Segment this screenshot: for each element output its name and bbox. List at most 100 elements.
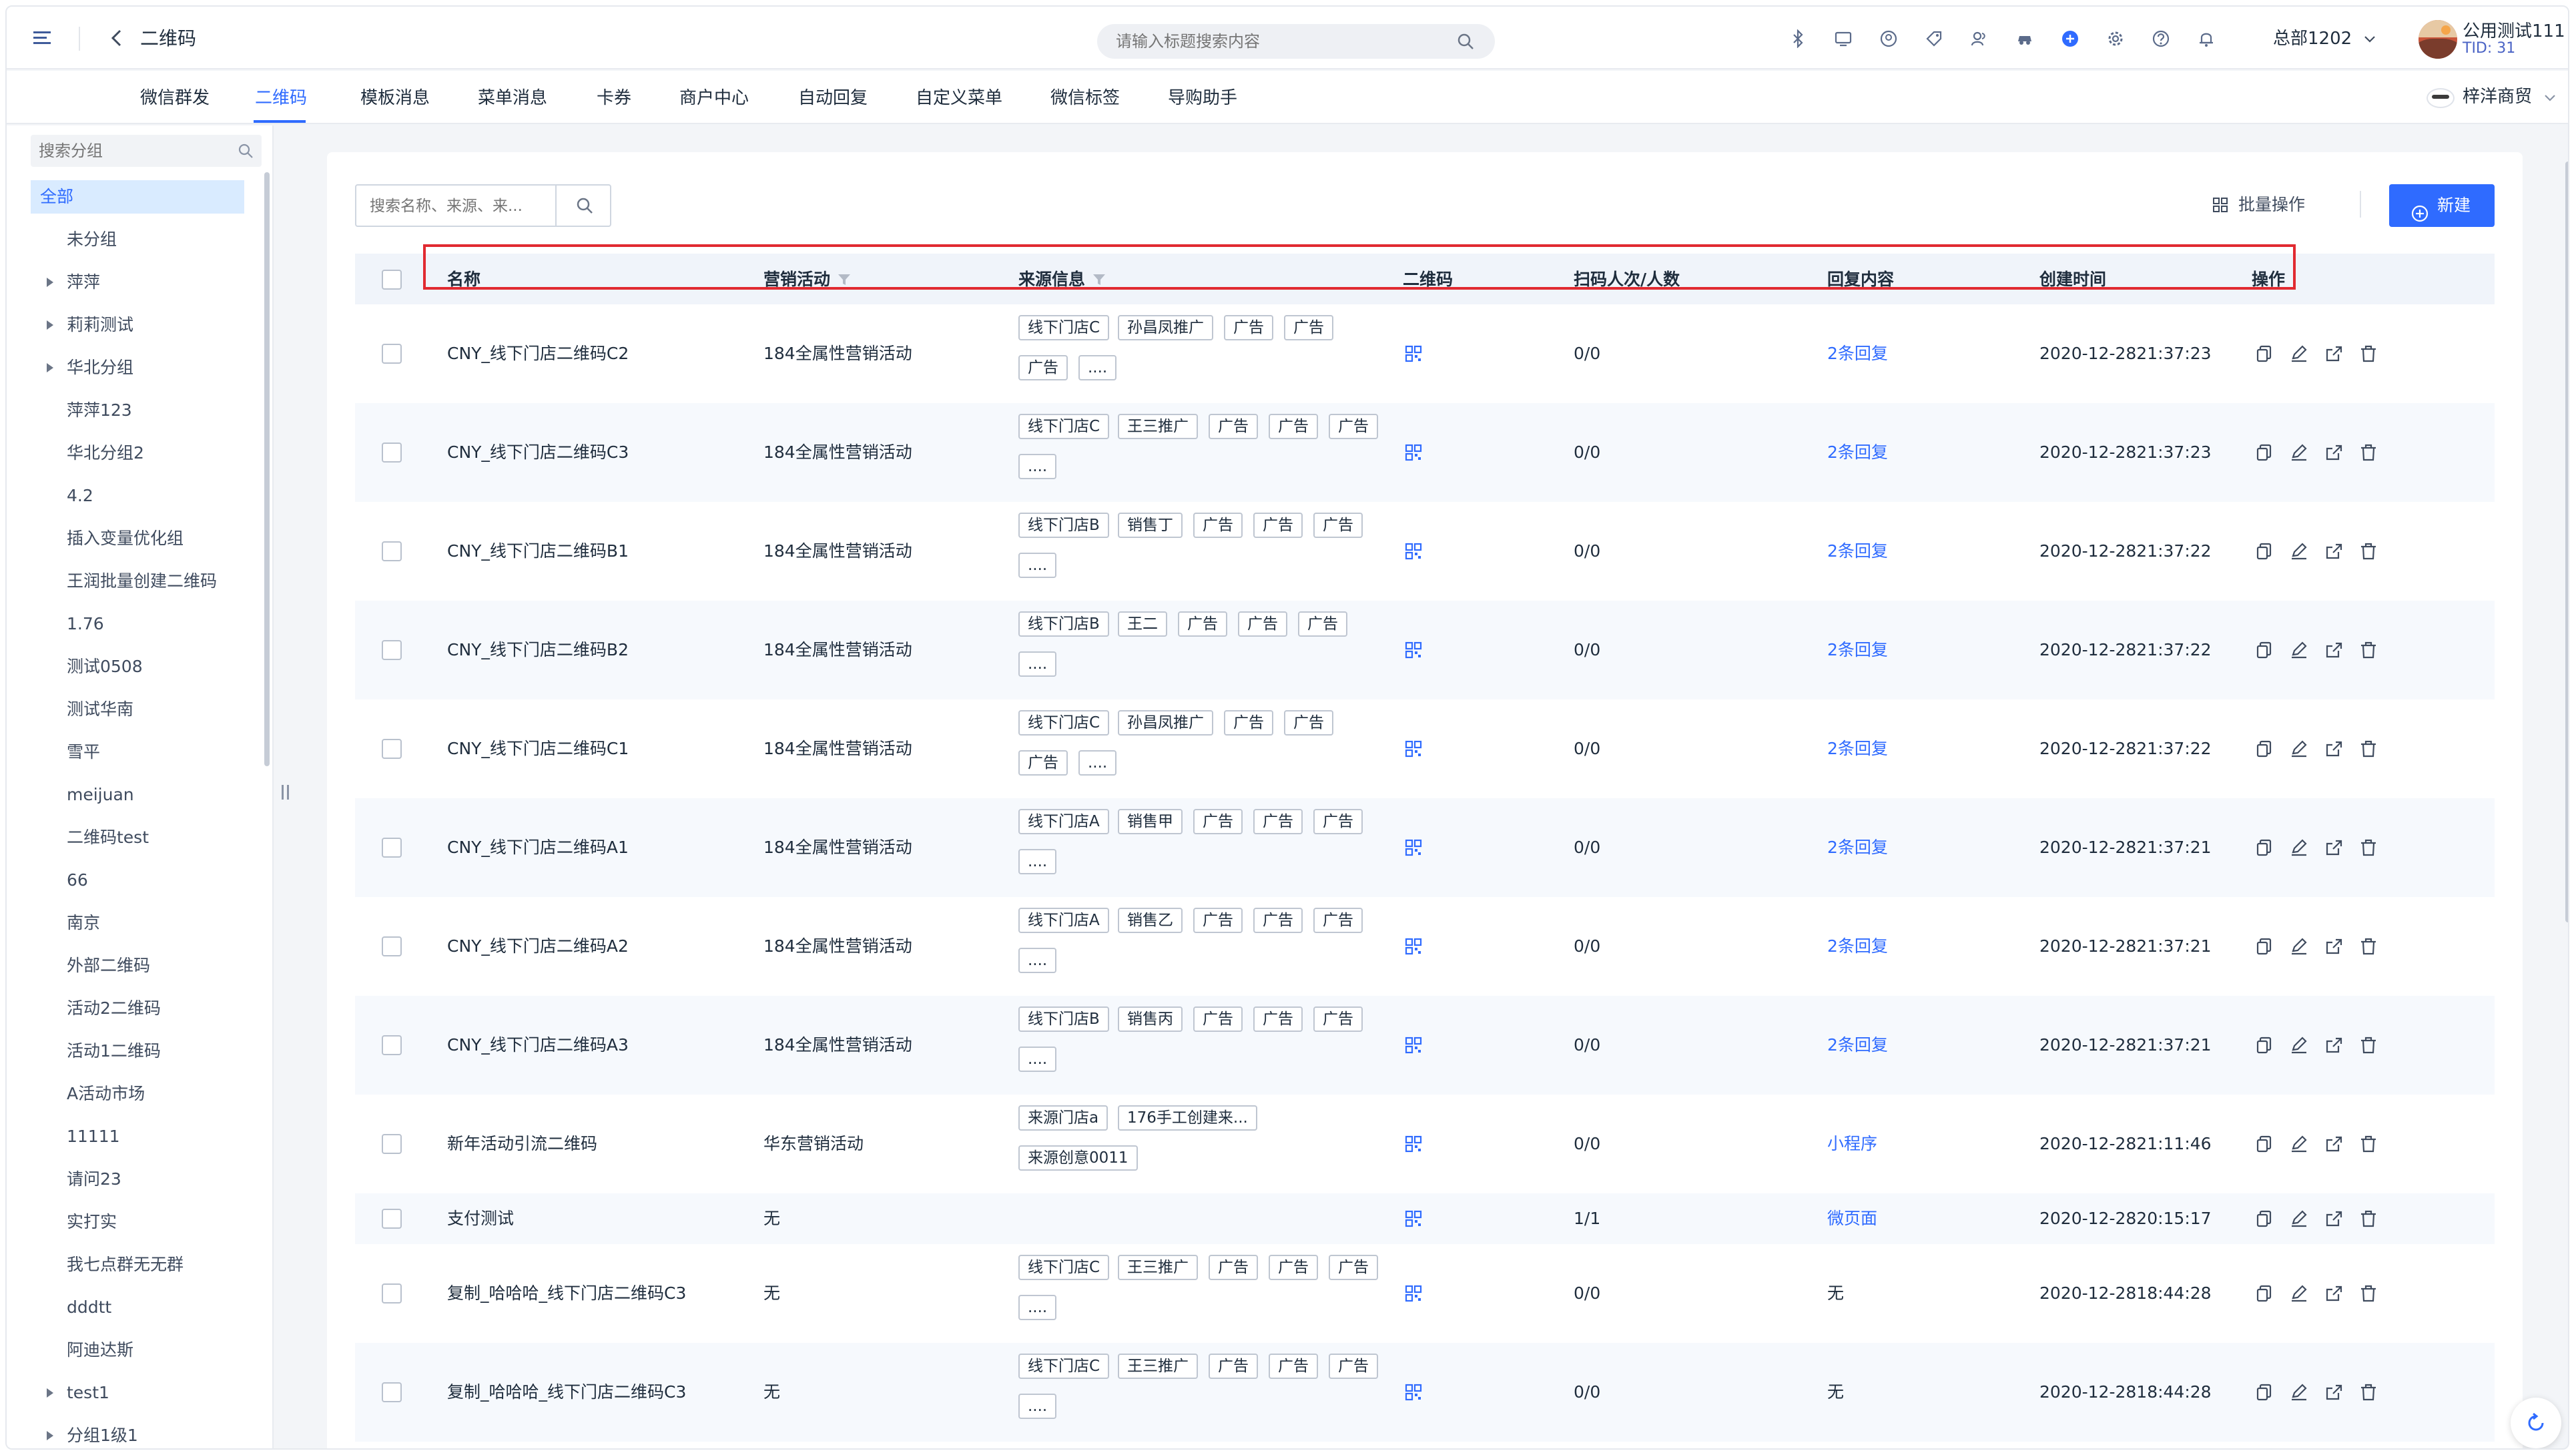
delete-icon[interactable] <box>2358 936 2378 956</box>
select-all-checkbox[interactable] <box>382 270 402 290</box>
qr-code-icon[interactable] <box>1404 1284 1423 1303</box>
sidebar-group-item[interactable]: 66 <box>31 864 244 897</box>
delete-icon[interactable] <box>2358 1283 2378 1303</box>
sidebar-group-item[interactable]: 未分组 <box>31 223 244 256</box>
share-icon[interactable] <box>2324 739 2344 759</box>
delete-icon[interactable] <box>2358 1134 2378 1154</box>
tab-auto-reply[interactable]: 自动回复 <box>798 87 868 109</box>
avatar[interactable] <box>2419 20 2457 59</box>
row-checkbox[interactable] <box>382 1209 402 1229</box>
car-icon[interactable] <box>2015 29 2034 48</box>
sidebar-group-item[interactable]: A活动市场 <box>31 1077 244 1111</box>
sidebar-group-item[interactable]: 南京 <box>31 906 244 940</box>
tab-wechat-broadcast[interactable]: 微信群发 <box>140 87 210 109</box>
row-checkbox[interactable] <box>382 1283 402 1303</box>
new-qrcode-button[interactable]: 新建 <box>2389 184 2495 227</box>
edit-icon[interactable] <box>2289 1382 2309 1402</box>
sidebar-group-item[interactable]: 王润批量创建二维码 <box>31 565 244 598</box>
tag-icon[interactable] <box>1925 29 1943 48</box>
row-checkbox[interactable] <box>382 640 402 660</box>
refresh-button[interactable] <box>2511 1398 2561 1448</box>
sidebar-group-item[interactable]: dddtt <box>31 1291 244 1324</box>
qr-code-icon[interactable] <box>1404 542 1423 561</box>
row-reply[interactable]: 2条回复 <box>1827 1035 1888 1055</box>
tab-template-message[interactable]: 模板消息 <box>360 87 430 109</box>
edit-icon[interactable] <box>2289 936 2309 956</box>
row-reply[interactable]: 小程序 <box>1827 1134 1877 1154</box>
row-reply[interactable]: 2条回复 <box>1827 344 1888 364</box>
qr-code-icon[interactable] <box>1404 641 1423 659</box>
row-reply[interactable]: 2条回复 <box>1827 443 1888 463</box>
sidebar-group-item[interactable]: 实打实 <box>31 1205 244 1239</box>
qr-code-icon[interactable] <box>1404 443 1423 462</box>
table-row[interactable]: CNY_线下门店二维码C1 184全属性营销活动 0/0 2条回复 2020-12-28… <box>355 699 2495 798</box>
sidebar-group-item[interactable]: 活动2二维码 <box>31 992 244 1025</box>
table-row[interactable]: CNY_线下门店二维码A2 184全属性营销活动 0/0 2条回复 2020-12-28… <box>355 897 2495 996</box>
copy-icon[interactable] <box>2254 739 2274 759</box>
edit-icon[interactable] <box>2289 443 2309 463</box>
sidebar-group-item[interactable]: 萍萍 <box>31 266 244 299</box>
table-row[interactable]: 支付测试 无 1/1 微页面 2020-12-2820:15:17 <box>355 1193 2495 1244</box>
sidebar-group-item[interactable]: 11111 <box>31 1120 244 1153</box>
copy-icon[interactable] <box>2254 838 2274 858</box>
share-icon[interactable] <box>2324 640 2344 660</box>
table-row[interactable]: CNY_线下门店二维码B1 184全属性营销活动 0/0 2条回复 2020-12-28… <box>355 502 2495 601</box>
compass-icon[interactable] <box>1879 29 1898 48</box>
share-icon[interactable] <box>2324 541 2344 561</box>
sidebar-group-item[interactable]: 4.2 <box>31 479 244 513</box>
users-icon[interactable] <box>1970 29 1989 48</box>
row-checkbox[interactable] <box>382 344 402 364</box>
sidebar-group-item[interactable]: 插入变量优化组 <box>31 522 244 555</box>
share-icon[interactable] <box>2324 936 2344 956</box>
row-reply[interactable]: 微页面 <box>1827 1209 1877 1229</box>
tab-wechat-tags[interactable]: 微信标签 <box>1050 87 1120 109</box>
global-search-input[interactable] <box>1116 29 1450 53</box>
copy-icon[interactable] <box>2254 1382 2274 1402</box>
brand-selector[interactable]: 梓洋商贸 <box>2463 85 2532 108</box>
copy-icon[interactable] <box>2254 1134 2274 1154</box>
caret-right-icon[interactable] <box>47 278 53 287</box>
sidebar-group-item[interactable]: 1.76 <box>31 607 244 641</box>
copy-icon[interactable] <box>2254 541 2274 561</box>
table-row[interactable]: 复制_哈哈哈_线下门店二维码C3 无 0/0 无 2020-12-2818:44:28 线… <box>355 1343 2495 1442</box>
copy-icon[interactable] <box>2254 1283 2274 1303</box>
row-checkbox[interactable] <box>382 443 402 463</box>
table-row[interactable]: CNY_线下门店二维码A1 184全属性营销活动 0/0 2条回复 2020-12-28… <box>355 798 2495 897</box>
delete-icon[interactable] <box>2358 1035 2378 1055</box>
edit-icon[interactable] <box>2289 344 2309 364</box>
row-reply[interactable]: 2条回复 <box>1827 739 1888 759</box>
table-row[interactable]: 新年活动引流二维码 华东营销活动 0/0 小程序 2020-12-2821:11:46 来… <box>355 1095 2495 1193</box>
table-row[interactable]: 复制_哈哈哈_线下门店二维码C3 无 0/0 无 2020-12-2818:44:28 线… <box>355 1244 2495 1343</box>
qr-code-icon[interactable] <box>1404 1383 1423 1402</box>
row-checkbox[interactable] <box>382 541 402 561</box>
edit-icon[interactable] <box>2289 739 2309 759</box>
sidebar-group-item[interactable]: 测试0508 <box>31 650 244 683</box>
sidebar-group-item[interactable]: 二维码test <box>31 821 244 854</box>
share-icon[interactable] <box>2324 838 2344 858</box>
caret-right-icon[interactable] <box>47 363 53 372</box>
row-checkbox[interactable] <box>382 1382 402 1402</box>
qr-code-icon[interactable] <box>1404 1209 1423 1228</box>
chevron-down-icon[interactable] <box>2543 91 2557 105</box>
row-checkbox[interactable] <box>382 1134 402 1154</box>
sidebar-group-item[interactable]: 雪平 <box>31 736 244 769</box>
delete-icon[interactable] <box>2358 541 2378 561</box>
sidebar-group-item[interactable]: test1 <box>31 1376 244 1410</box>
qr-code-icon[interactable] <box>1404 740 1423 758</box>
edit-icon[interactable] <box>2289 1035 2309 1055</box>
delete-icon[interactable] <box>2358 838 2378 858</box>
sidebar-group-item[interactable]: 活动1二维码 <box>31 1035 244 1068</box>
row-reply[interactable]: 2条回复 <box>1827 640 1888 660</box>
monitor-icon[interactable] <box>1834 29 1853 48</box>
table-search-input[interactable] <box>370 195 545 218</box>
caret-right-icon[interactable] <box>47 320 53 330</box>
delete-icon[interactable] <box>2358 344 2378 364</box>
bell-icon[interactable] <box>2197 29 2216 48</box>
share-icon[interactable] <box>2324 443 2344 463</box>
row-checkbox[interactable] <box>382 838 402 858</box>
sidebar-group-item[interactable]: 华北分组 <box>31 351 244 384</box>
delete-icon[interactable] <box>2358 739 2378 759</box>
edit-icon[interactable] <box>2289 1209 2309 1229</box>
search-icon[interactable] <box>238 143 254 159</box>
qr-code-icon[interactable] <box>1404 838 1423 857</box>
